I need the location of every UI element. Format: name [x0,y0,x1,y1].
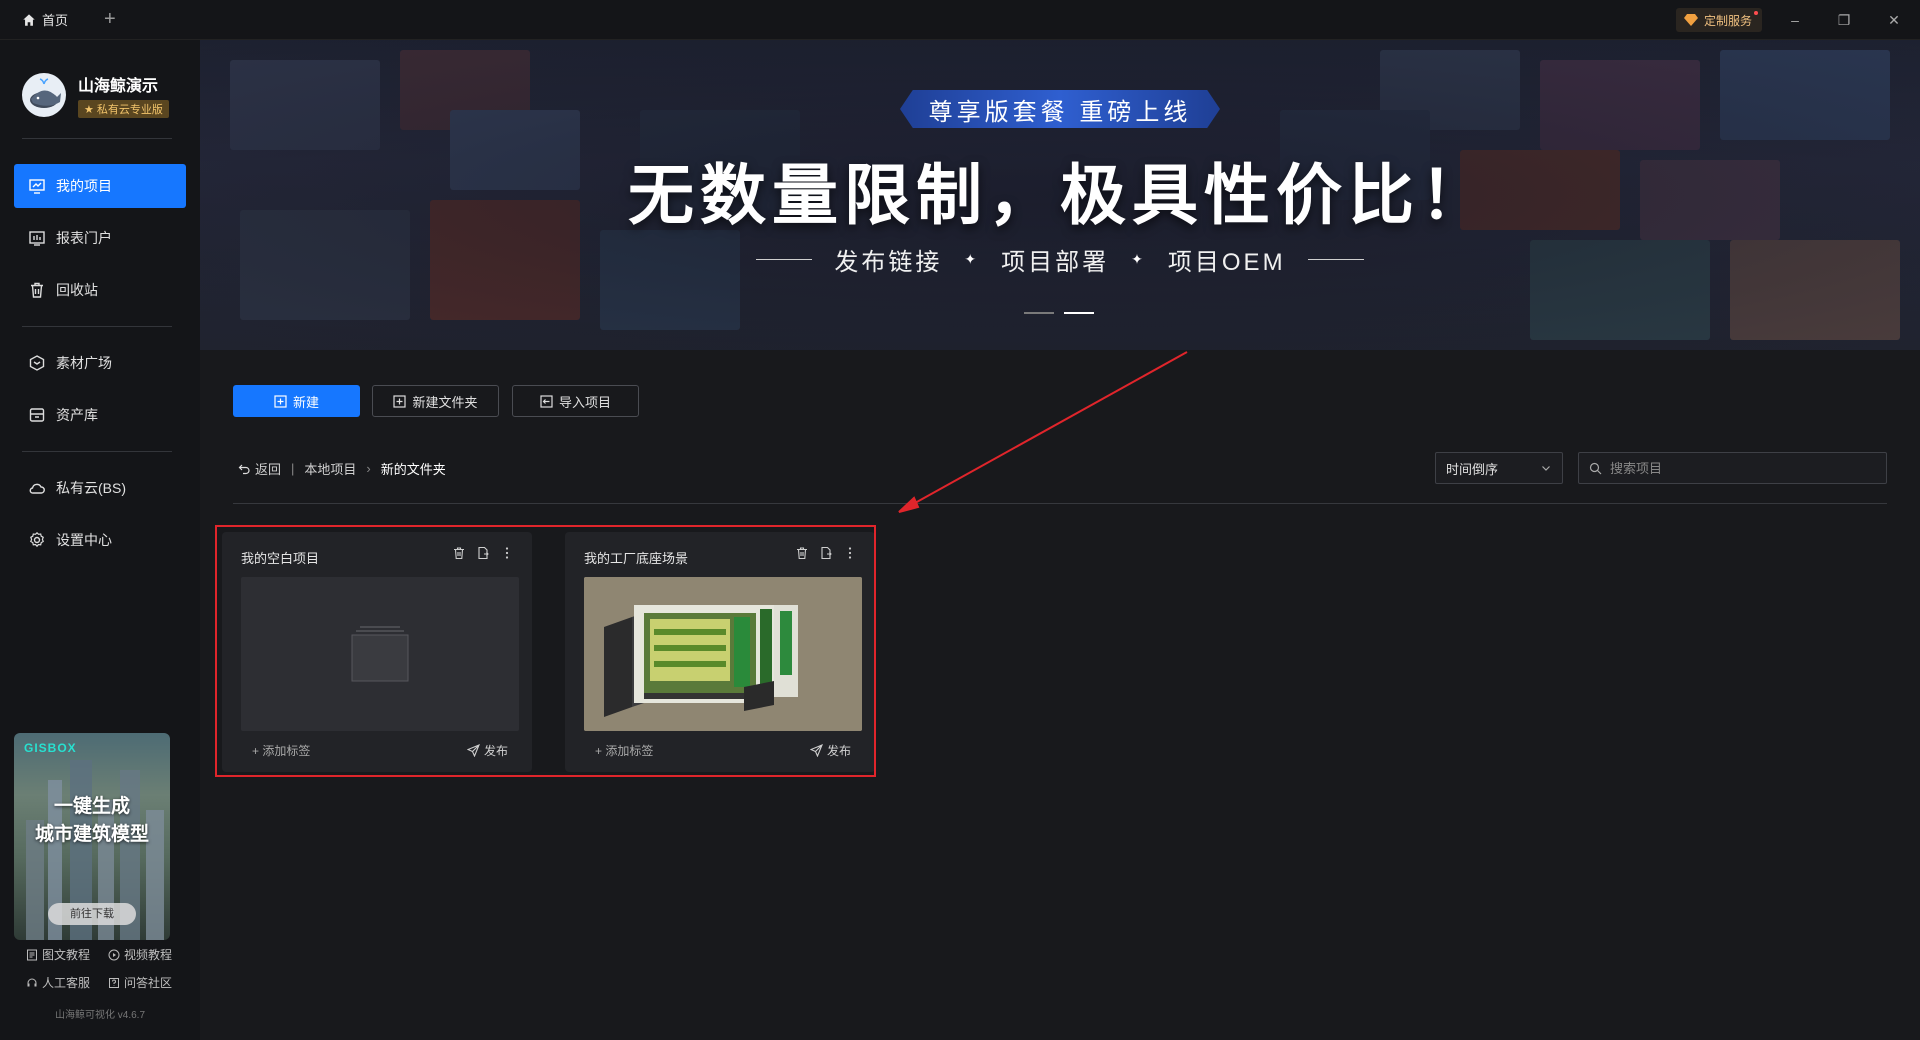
chevron-right-icon: › [366,461,371,476]
promo-banner[interactable]: 尊享版套餐 重磅上线 无数量限制，极具性价比！ 发布链接 ✦ 项目部署 ✦ 项目… [200,40,1920,350]
new-project-label: 新建 [292,394,319,410]
annotation-highlight-box [215,525,876,777]
breadcrumb-separator: | [291,461,295,476]
banner-features: 发布链接 ✦ 项目部署 ✦ 项目OEM [200,242,1920,277]
diamond-icon [1684,14,1698,26]
import-icon [540,394,553,408]
breadcrumb: 返回 | 本地项目 › 新的文件夹 [238,459,446,478]
support-link[interactable]: 人工客服 [26,974,90,991]
banner-headline: 无数量限制，极具性价比！ [628,158,1492,232]
sidebar-item-label: 素材广场 [56,355,112,371]
video-tutorial-link[interactable]: 视频教程 [108,946,172,963]
banner-feature-oem: 项目OEM [1167,249,1286,276]
community-link[interactable]: 问答社区 [108,974,172,991]
gisbox-logo: GISBOX [24,741,77,755]
promo-title: 一键生成 城市建筑模型 [14,793,170,849]
sidebar-item-label: 报表门户 [56,230,112,246]
new-project-button[interactable]: 新建 [233,385,360,417]
banner-pager-dot[interactable] [1024,312,1054,314]
doc-tutorial-link[interactable]: 图文教程 [26,946,90,963]
search-icon [1589,462,1602,474]
minimize-button[interactable]: – [1780,8,1810,32]
sidebar-item-recycle-bin[interactable]: 回收站 [14,268,186,312]
sidebar-item-label: 设置中心 [56,532,112,548]
sidebar-item-asset-library[interactable]: 资产库 [14,393,186,437]
sidebar-item-label: 私有云(BS) [56,480,126,496]
sort-selected-value: 时间倒序 [1446,461,1499,477]
import-project-label: 导入项目 [558,394,611,410]
tab-home-label: 首页 [42,13,69,28]
cloud-icon [29,483,45,494]
search-input[interactable] [1610,460,1870,476]
close-button[interactable]: ✕ [1879,8,1909,32]
promo-title-line2: 城市建筑模型 [34,824,149,845]
nav-divider [22,326,172,327]
chevron-down-icon [1542,466,1550,471]
video-tutorial-label: 视频教程 [124,948,173,962]
new-folder-button[interactable]: 新建文件夹 [372,385,499,417]
banner-feature-deploy: 项目部署 [1001,249,1110,276]
play-circle-icon [108,949,120,960]
undo-icon [238,464,250,475]
new-folder-label: 新建文件夹 [412,394,478,410]
folder-plus-icon [393,394,407,408]
material-icon [29,355,45,371]
banner-pager-dot-active[interactable] [1064,312,1094,314]
brand-name: 山海鲸演示 [78,78,159,95]
settings-icon [30,531,44,548]
title-bar: 首页 + 定制服务 – ❐ ✕ [0,0,1920,40]
promo-title-line1: 一键生成 [53,796,130,817]
banner-feature-publish: 发布链接 [834,249,943,276]
sidebar: 山海鲸演示 ★ 私有云专业版 我的项目 报表门户 回收站 素材广场 资产库 私有… [0,40,200,1040]
document-icon [27,949,37,960]
app-version: 山海鲸可视化 v4.6.7 [54,1010,146,1021]
custom-service-label: 定制服务 [1704,13,1753,28]
gisbox-promo-card[interactable]: GISBOX 一键生成 城市建筑模型 前往下载 [14,733,170,940]
nav-divider [22,451,172,452]
sidebar-item-report-portal[interactable]: 报表门户 [14,216,186,260]
add-tab-button[interactable]: + [104,8,116,31]
sparkle-icon: ✦ [964,251,980,267]
doc-tutorial-label: 图文教程 [42,948,91,962]
trash-icon [31,282,43,298]
sort-select[interactable]: 时间倒序 [1435,452,1563,484]
banner-ribbon: 尊享版套餐 重磅上线 [900,90,1220,128]
import-project-button[interactable]: 导入项目 [512,385,639,417]
back-link[interactable]: 返回 [238,459,281,478]
tab-home[interactable]: 首页 [22,10,68,29]
edition-badge: ★ 私有云专业版 [78,100,169,118]
nav-divider [22,138,172,139]
sparkle-icon: ✦ [1131,251,1146,267]
support-label: 人工客服 [42,976,91,990]
back-label: 返回 [255,462,282,477]
decor-line [756,259,813,260]
sidebar-item-my-projects[interactable]: 我的项目 [14,164,186,208]
sidebar-item-label: 资产库 [56,407,98,423]
breadcrumb-current-folder: 新的文件夹 [380,462,446,477]
home-icon [23,13,35,26]
app-window: 首页 + 定制服务 – ❐ ✕ 山海鲸演示 ★ 私有云专业版 我的项目 报表门户… [0,0,1920,1040]
whale-avatar-icon[interactable] [22,73,66,117]
asset-icon [29,408,45,422]
content-divider [233,503,1887,504]
sidebar-item-private-cloud[interactable]: 私有云(BS) [14,466,186,510]
search-box[interactable] [1578,452,1887,484]
sidebar-item-material-square[interactable]: 素材广场 [14,341,186,385]
report-icon [29,231,45,246]
custom-service-button[interactable]: 定制服务 [1676,8,1763,32]
headset-icon [27,978,37,986]
promo-download-button[interactable]: 前往下载 [48,903,136,925]
question-icon [109,977,119,988]
sidebar-item-label: 我的项目 [56,178,112,194]
decor-line [1307,259,1364,260]
plus-square-icon [274,394,287,408]
sidebar-item-settings[interactable]: 设置中心 [14,518,186,562]
project-icon [29,179,45,194]
notification-dot [1754,11,1759,15]
sidebar-item-label: 回收站 [56,282,98,298]
breadcrumb-local-projects[interactable]: 本地项目 [304,459,356,478]
brand: 山海鲸演示 ★ 私有云专业版 [22,72,169,118]
restore-button[interactable]: ❐ [1829,8,1859,32]
community-label: 问答社区 [124,976,173,990]
